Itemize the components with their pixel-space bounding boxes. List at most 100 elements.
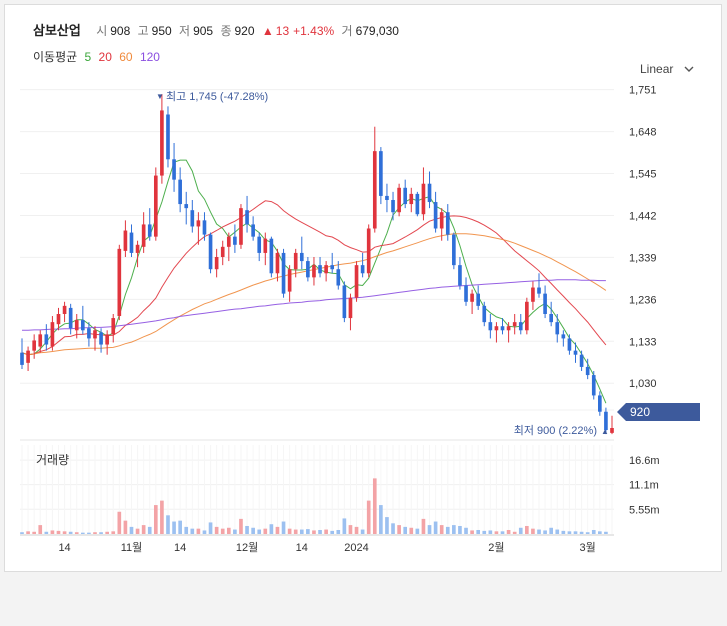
volume-bar [379,505,383,534]
candle-body [263,238,268,253]
candle-body [452,234,456,266]
candle-body [372,151,377,229]
price-axis-tick: 1,442 [629,210,657,222]
volume-bar [470,530,474,534]
volume-bar [135,528,140,534]
volume-bar [239,518,243,534]
candle-down [543,285,547,319]
candle-body [579,354,584,367]
volume-bar [366,500,371,534]
candle-down [433,191,438,233]
candle-body [190,210,195,227]
candle-body [32,340,36,351]
date-axis-tick: 11월 [121,541,143,554]
candle-down [458,257,462,290]
volume-bar [111,531,116,534]
candle-down [233,224,237,253]
candle-body [439,212,444,229]
candle-up [214,248,219,278]
candle-body [184,204,189,209]
candle-body [312,265,316,278]
volume-bar [506,529,511,534]
candle-up [287,265,292,302]
candle-up [239,204,243,249]
volume-bar [263,528,268,534]
date-axis-tick: 2월 [488,541,504,554]
volume-bar [93,532,97,534]
date-axis-tick: 14 [58,542,70,554]
candle-body [518,322,523,331]
volume-bar [324,529,328,534]
candle-down [452,232,456,270]
candle-body [56,314,61,325]
volume-bar [178,520,182,534]
candle-down [567,334,572,355]
candle-down [579,350,584,371]
volume-bar [141,525,146,534]
candle-down [415,191,420,217]
candle-body [153,175,158,237]
volume-bar [372,478,377,534]
candle-body [397,187,401,213]
candle-body [330,265,335,270]
volume-bar [56,530,61,534]
candle-down [555,314,560,343]
candle-down [318,257,322,278]
candle-down [81,305,85,335]
volume-bar [38,525,43,534]
volume-bar [226,527,231,534]
date-axis-tick: 14 [174,542,186,554]
candle-body [591,375,596,396]
volume-bar [531,528,535,534]
candle-body [409,193,414,205]
volume-bar [537,529,541,534]
candle-up [397,183,401,217]
volume-bar [299,529,304,534]
candle-body [281,252,286,294]
volume-bar [172,521,176,534]
candle-body [470,293,474,302]
candle-body [68,307,73,329]
candle-down [549,301,553,327]
candle-body [433,202,438,229]
candle-body [573,350,578,355]
volume-bar [604,531,608,534]
volume-bar [26,531,30,534]
candle-down [269,236,274,278]
candle-body [324,265,328,274]
candle-down [360,252,365,278]
price-axis-tick: 1,648 [629,127,657,139]
candle-down [427,171,432,209]
volume-bar [117,511,122,534]
candle-up [123,220,128,257]
candle-down [44,324,49,351]
volume-bar [427,525,432,534]
volume-bar [342,518,347,534]
volume-bar [336,529,341,534]
candle-body [81,320,85,331]
candle-up [226,232,231,262]
candle-up [470,289,474,314]
candle-body [415,193,420,215]
candle-body [275,252,280,274]
candle-body [342,285,347,319]
candle-down [379,147,383,205]
volume-bar [512,531,517,534]
candle-up [263,232,268,266]
date-axis-tick: 2024 [344,542,368,554]
candle-up [348,293,353,331]
candle-down [391,191,395,221]
volume-bar [293,529,298,534]
last-price-tag: 920 [617,403,700,421]
candle-down [598,391,602,416]
volume-bar [591,529,596,534]
candle-up [525,297,529,335]
candle-body [610,428,614,433]
volume-bar [391,523,395,534]
candle-body [44,334,49,345]
candle-body [293,252,298,270]
candle-body [318,265,322,274]
price-axis-tick: 1,545 [629,169,657,181]
candle-down [330,252,335,274]
candle-down [190,200,195,233]
